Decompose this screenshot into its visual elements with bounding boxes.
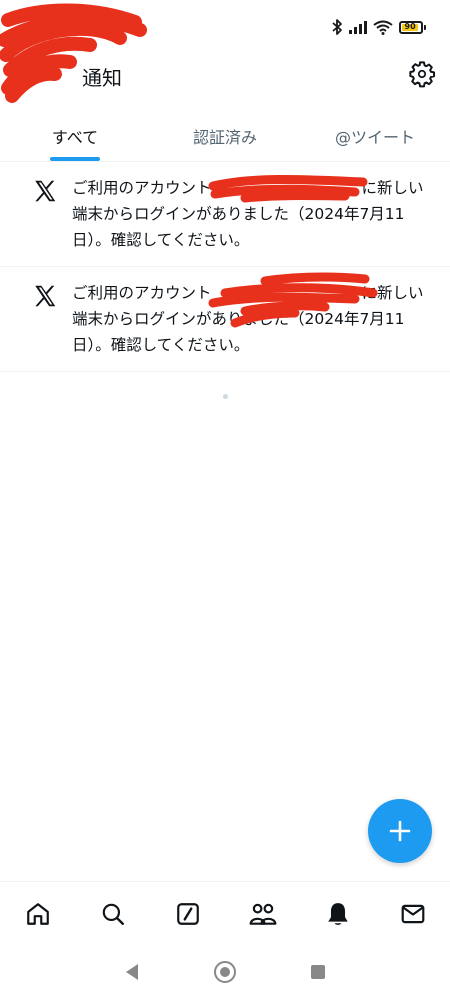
bottom-nav (0, 881, 450, 945)
system-nav-bar (0, 945, 450, 999)
home-icon (26, 902, 49, 925)
status-icons: 90 (331, 16, 426, 38)
mail-icon (401, 904, 424, 923)
gear-icon[interactable] (408, 60, 436, 88)
tab-bar: すべて 認証済み @ツイート (0, 110, 450, 162)
notification-item[interactable]: ご利用のアカウント に新しい端末からログインがありました（2024年7月11日）。… (0, 162, 450, 267)
plus-icon (389, 820, 411, 842)
tab-label: @ツイート (334, 127, 415, 147)
tab-mentions[interactable]: @ツイート (300, 110, 450, 161)
nav-grok[interactable] (150, 882, 225, 945)
nav-communities[interactable] (225, 882, 300, 945)
home-button-icon[interactable] (213, 960, 237, 984)
notification-list: ご利用のアカウント に新しい端末からログインがありました（2024年7月11日）。… (0, 162, 450, 372)
compose-button[interactable] (368, 799, 432, 863)
loading-indicator (223, 394, 228, 399)
nav-notifications[interactable] (300, 882, 375, 945)
nav-home[interactable] (0, 882, 75, 945)
tab-all[interactable]: すべて (0, 110, 150, 161)
grok-icon (176, 902, 199, 925)
recents-icon[interactable] (309, 963, 327, 981)
bell-icon (327, 902, 348, 925)
tab-label: 認証済み (192, 127, 257, 147)
search-icon (102, 903, 124, 925)
x-logo-icon (35, 285, 56, 307)
nav-search[interactable] (75, 882, 150, 945)
x-logo-icon (35, 180, 56, 202)
header: 通知 (0, 50, 450, 105)
battery-level: 90 (402, 23, 419, 31)
bluetooth-icon (332, 19, 342, 35)
back-icon[interactable] (123, 962, 141, 982)
notification-text: ご利用のアカウント に新しい端末からログインがありました（2024年7月11日）。… (72, 175, 434, 253)
notification-item[interactable]: ご利用のアカウント に新しい端末からログインがありました（2024年7月11日）。… (0, 267, 450, 372)
tab-verified[interactable]: 認証済み (150, 110, 300, 161)
notification-text: ご利用のアカウント に新しい端末からログインがありました（2024年7月11日）。… (72, 280, 434, 358)
notification-text-before: ご利用のアカウント (72, 284, 212, 302)
battery-icon: 90 (399, 20, 426, 34)
page-title: 通知 (82, 66, 122, 90)
people-icon (249, 903, 276, 925)
wifi-icon (373, 20, 393, 35)
nav-messages[interactable] (375, 882, 450, 945)
notification-text-before: ご利用のアカウント (72, 179, 212, 197)
active-tab-indicator (50, 157, 100, 161)
tab-label: すべて (51, 127, 99, 147)
status-bar: 90 (0, 0, 450, 103)
signal-icon (349, 21, 367, 34)
